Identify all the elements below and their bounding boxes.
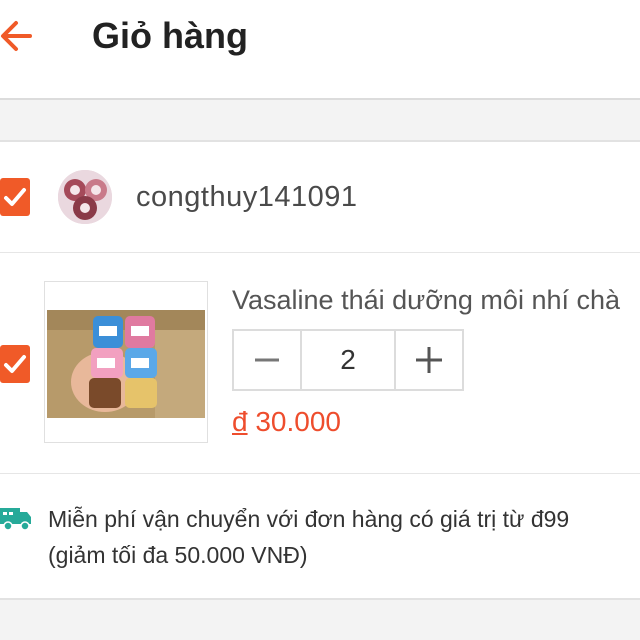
shop-avatar[interactable] [58, 170, 112, 224]
section-divider [0, 598, 640, 640]
quantity-value[interactable]: 2 [302, 331, 394, 389]
truck-icon [0, 504, 32, 532]
increase-quantity-button[interactable] [394, 331, 462, 389]
free-shipping-text: Miễn phí vận chuyển với đơn hàng có giá … [48, 506, 570, 532]
back-arrow-icon[interactable] [0, 14, 36, 58]
item-checkbox[interactable] [0, 345, 30, 383]
item-price: đ 30.000 [232, 405, 341, 439]
shop-name[interactable]: congthuy141091 [136, 180, 357, 214]
section-divider [0, 100, 640, 142]
plus-icon [416, 347, 442, 373]
product-name[interactable]: Vasaline thái dưỡng môi nhí chà [232, 283, 640, 317]
price-value: 30.000 [255, 406, 341, 437]
checkmark-icon [4, 188, 26, 206]
page-title: Giỏ hàng [92, 15, 248, 56]
minus-icon [255, 358, 279, 362]
currency-symbol: đ [232, 406, 248, 437]
app-header: Giỏ hàng [0, 0, 640, 100]
quantity-stepper: 2 [232, 329, 464, 391]
decrease-quantity-button[interactable] [234, 331, 302, 389]
checkmark-icon [4, 355, 26, 373]
product-image[interactable] [44, 281, 208, 443]
cart-item: Vasaline thái dưỡng môi nhí chà 2 đ 30.0… [0, 253, 640, 474]
shop-row: congthuy141091 [0, 142, 640, 253]
shop-checkbox[interactable] [0, 178, 30, 216]
shipping-discount-cap: (giảm tối đa 50.000 VNĐ) [48, 542, 308, 568]
shipping-info: Miễn phí vận chuyển với đơn hàng có giá … [0, 474, 640, 598]
